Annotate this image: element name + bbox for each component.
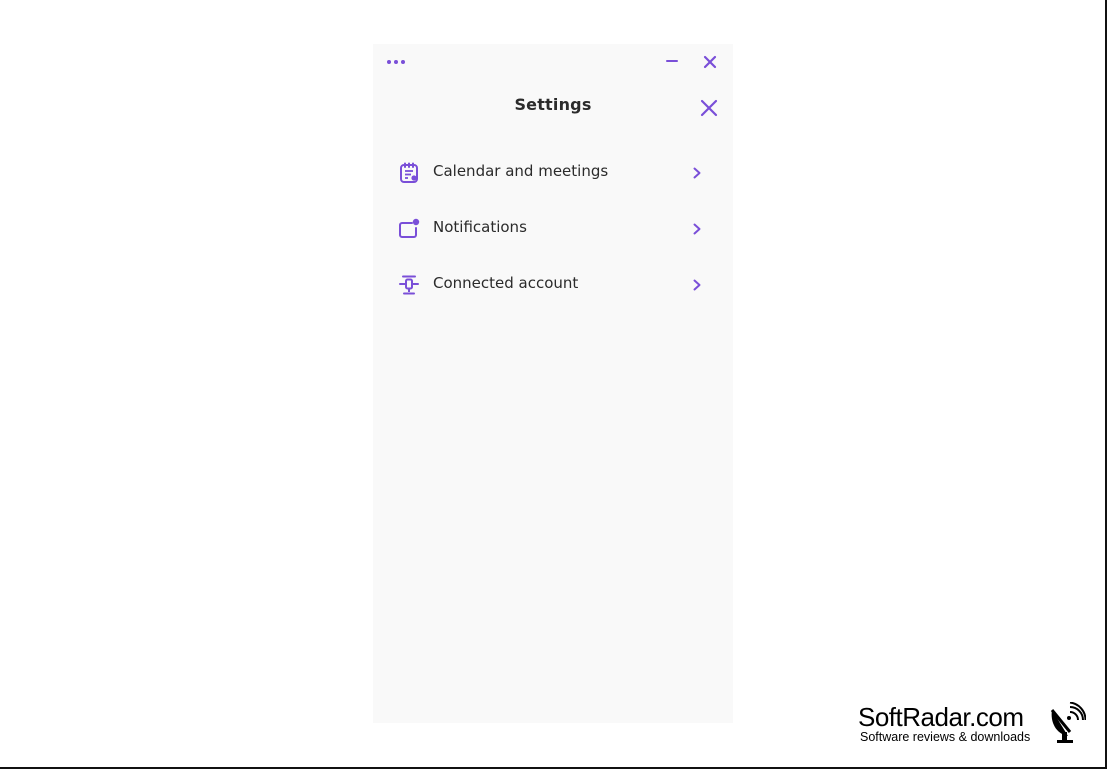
menu-item-label: Connected account xyxy=(433,274,579,292)
watermark-tagline: Software reviews & downloads xyxy=(860,730,1031,744)
menu-item-calendar-and-meetings[interactable]: Calendar and meetings xyxy=(373,144,733,200)
settings-menu: Calendar and meetings Notifications Conn… xyxy=(373,144,733,312)
more-options-button[interactable] xyxy=(385,54,407,70)
close-icon xyxy=(703,55,717,69)
menu-item-label: Notifications xyxy=(433,218,527,236)
minimize-icon xyxy=(666,60,678,62)
close-settings-button[interactable] xyxy=(697,96,721,120)
menu-item-notifications[interactable]: Notifications xyxy=(373,200,733,256)
softradar-watermark: SoftRadar.com Software reviews & downloa… xyxy=(858,702,1088,746)
close-icon xyxy=(700,99,718,117)
menu-item-connected-account[interactable]: Connected account xyxy=(373,256,733,312)
watermark-brand: SoftRadar.com xyxy=(858,702,1024,732)
close-window-button[interactable] xyxy=(699,52,721,72)
chevron-right-icon xyxy=(693,223,701,235)
settings-header: Settings xyxy=(373,88,733,124)
chevron-right-icon xyxy=(693,279,701,291)
notification-badge-icon xyxy=(399,218,420,238)
calendar-notes-icon xyxy=(400,162,418,183)
satellite-dish-icon xyxy=(1050,702,1086,743)
more-horizontal-icon xyxy=(387,60,405,64)
minimize-button[interactable] xyxy=(661,52,683,72)
page-title: Settings xyxy=(514,95,592,114)
connected-device-icon xyxy=(399,275,419,295)
chevron-right-icon xyxy=(693,167,701,179)
app-window: Settings Calendar and meetings Notificat… xyxy=(373,44,733,723)
menu-item-label: Calendar and meetings xyxy=(433,162,609,180)
title-bar xyxy=(373,44,733,80)
